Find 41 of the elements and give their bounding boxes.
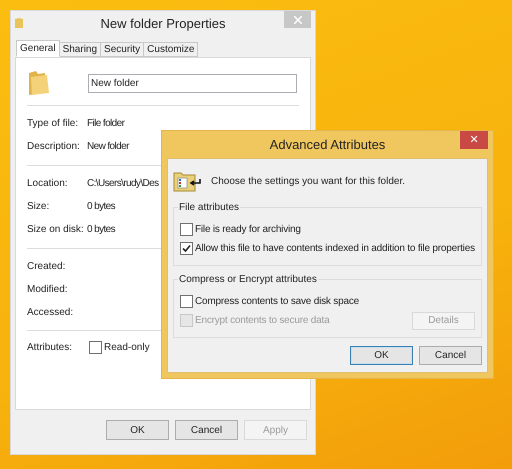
checkbox-label: Encrypt contents to secure data bbox=[195, 314, 330, 328]
folder-icon bbox=[27, 69, 51, 97]
checkbox-label: Read-only bbox=[104, 341, 150, 355]
checkbox-label: Compress contents to save disk space bbox=[195, 295, 359, 309]
dialog-button[interactable]: OK bbox=[350, 346, 413, 365]
dialog-button[interactable]: OK bbox=[106, 420, 169, 440]
field-value: 0 bytes bbox=[87, 223, 116, 237]
folder-icon bbox=[14, 17, 24, 29]
checkbox[interactable] bbox=[180, 295, 193, 308]
checkbox-label: Allow this file to have contents indexed in addition to file properties bbox=[195, 242, 475, 256]
window-title: Advanced Attributes bbox=[270, 136, 386, 154]
checkbox[interactable] bbox=[180, 223, 193, 236]
field-value: File folder bbox=[87, 117, 124, 131]
field-label: Description: bbox=[27, 140, 81, 154]
group-title: Compress or Encrypt attributes bbox=[178, 272, 318, 287]
field-label: Location: bbox=[27, 177, 69, 191]
folder-list-icon bbox=[173, 170, 201, 192]
checkbox[interactable] bbox=[180, 242, 193, 255]
checkbox[interactable] bbox=[89, 341, 102, 354]
dialog-button[interactable]: Cancel bbox=[419, 346, 482, 365]
field-label: Created: bbox=[27, 260, 66, 274]
close-button[interactable]: ✕ bbox=[460, 131, 488, 149]
field-label: Modified: bbox=[27, 283, 69, 297]
dialog-button[interactable]: Cancel bbox=[175, 420, 238, 440]
field-label: Accessed: bbox=[27, 306, 74, 320]
field-value: 0 bytes bbox=[87, 200, 116, 214]
tab[interactable]: Security bbox=[100, 42, 144, 57]
field-value: C:\Users\rudy\Des bbox=[87, 177, 158, 191]
field-value: New folder bbox=[87, 140, 129, 154]
field-label: Attributes: bbox=[27, 341, 74, 355]
name-field[interactable]: New folder bbox=[88, 74, 297, 92]
field-label: Size: bbox=[27, 200, 50, 214]
tab[interactable]: Customize bbox=[143, 42, 198, 57]
tab[interactable]: General bbox=[16, 40, 60, 57]
checkbox-label: File is ready for archiving bbox=[195, 223, 301, 237]
close-icon bbox=[294, 16, 302, 24]
window-title: New folder Properties bbox=[100, 14, 226, 33]
field-label: Size on disk: bbox=[27, 223, 85, 237]
tab[interactable]: Sharing bbox=[58, 42, 102, 57]
field-label: Type of file: bbox=[27, 117, 80, 131]
intro-text: Choose the settings you want for this folder. bbox=[211, 174, 405, 188]
